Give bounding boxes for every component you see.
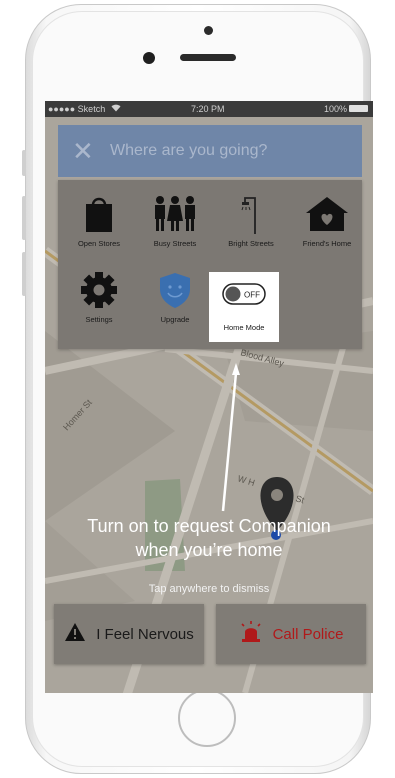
dismiss-hint[interactable]: Tap anywhere to dismiss (45, 583, 373, 595)
feel-nervous-button[interactable]: I Feel Nervous (54, 604, 204, 664)
volume-up-button (22, 196, 26, 240)
earpiece-speaker (180, 54, 236, 61)
coachmark-message: Turn on to request Companion when you’re… (45, 514, 373, 562)
call-police-label: Call Police (272, 625, 344, 643)
proximity-sensor (143, 52, 155, 64)
app-screen[interactable]: Blood Alley Homer St W H St ●●●●● Sketch… (45, 101, 373, 693)
front-camera (204, 26, 213, 35)
feel-nervous-label: I Feel Nervous (96, 625, 194, 643)
siren-icon (239, 620, 263, 648)
home-button[interactable] (178, 689, 236, 747)
call-police-button[interactable]: Call Police (216, 604, 366, 664)
coachmark-line-2: when you’re home (135, 540, 283, 560)
volume-down-button (22, 252, 26, 296)
mute-switch (22, 150, 26, 176)
warning-icon (64, 622, 86, 647)
coachmark-line-1: Turn on to request Companion (87, 516, 331, 536)
